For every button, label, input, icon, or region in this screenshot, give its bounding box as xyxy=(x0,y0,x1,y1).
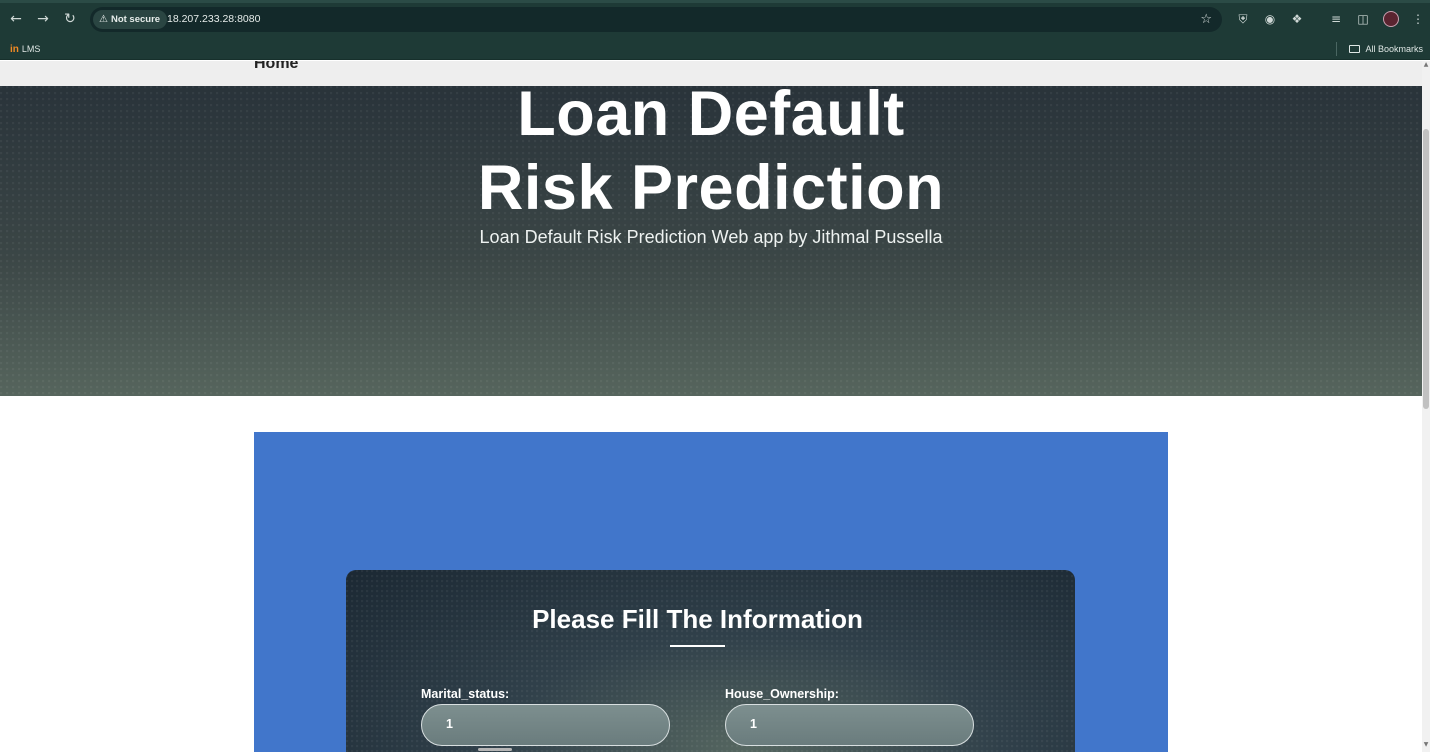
folder-icon xyxy=(1349,45,1361,53)
hero-subtitle: Loan Default Risk Prediction Web app by … xyxy=(479,227,943,247)
nav-home-link[interactable]: Home xyxy=(254,61,298,73)
all-bookmarks-label: All Bookmarks xyxy=(1365,44,1423,54)
hero-banner: Loan Default Risk Prediction Loan Defaul… xyxy=(0,79,1422,396)
address-bar[interactable]: ⚠ Not secure 18.207.233.28:8080 ☆ xyxy=(90,7,1222,32)
extension-icon[interactable]: ◉ xyxy=(1261,10,1279,28)
bookmarks-divider xyxy=(1336,42,1337,56)
scroll-down-icon[interactable]: ▼ xyxy=(1422,741,1430,749)
page-viewport: Home Loan Default Risk Prediction Loan D… xyxy=(0,61,1422,752)
bookmarks-bar: in LMS All Bookmarks xyxy=(0,38,1430,60)
side-panel-icon[interactable]: ◫ xyxy=(1354,10,1372,28)
warning-triangle-icon: ⚠ xyxy=(99,14,108,25)
forward-icon[interactable]: → xyxy=(34,10,52,28)
marital-status-label: Marital_status: xyxy=(421,687,510,701)
hero-title-line1: Loan Default xyxy=(517,79,905,149)
form-section: Please Fill The Information Marital_stat… xyxy=(254,432,1168,752)
scroll-up-icon[interactable]: ▲ xyxy=(1422,61,1430,69)
form-title: Please Fill The Information xyxy=(532,604,863,634)
tab-strip xyxy=(0,0,1430,3)
back-icon[interactable]: ← xyxy=(7,10,25,28)
form-card: Please Fill The Information Marital_stat… xyxy=(346,570,1075,752)
reload-icon[interactable]: ↻ xyxy=(61,10,79,28)
house-ownership-label: House_Ownership: xyxy=(725,687,839,701)
form-title-underline xyxy=(670,645,725,647)
kebab-menu-icon[interactable]: ⋮ xyxy=(1409,10,1427,28)
marital-status-input[interactable]: 1 xyxy=(421,704,670,746)
bookmark-lms[interactable]: in LMS xyxy=(10,41,40,58)
hero-title-line2: Risk Prediction xyxy=(477,153,945,223)
reading-list-icon[interactable]: ≡ xyxy=(1327,10,1345,28)
vertical-scrollbar[interactable]: ▲ ▼ xyxy=(1422,61,1430,752)
puzzle-icon[interactable]: ❖ xyxy=(1288,10,1306,28)
scrollbar-thumb[interactable] xyxy=(1423,129,1429,409)
profile-avatar[interactable] xyxy=(1383,11,1399,27)
browser-toolbar: ← → ↻ ⚠ Not secure 18.207.233.28:8080 ☆ ⛨… xyxy=(0,0,1430,38)
security-indicator[interactable]: ⚠ Not secure xyxy=(93,10,168,29)
security-label: Not secure xyxy=(110,14,161,25)
house-ownership-input[interactable]: 1 xyxy=(725,704,974,746)
star-icon[interactable]: ☆ xyxy=(1200,7,1212,32)
url-text[interactable]: 18.207.233.28:8080 xyxy=(167,7,260,32)
all-bookmarks-button[interactable]: All Bookmarks xyxy=(1349,41,1423,57)
horizontal-scroll-indicator[interactable] xyxy=(478,748,512,751)
lms-logo-icon: in xyxy=(10,44,19,55)
bookmark-lms-label: LMS xyxy=(21,44,41,54)
shield-extension-icon[interactable]: ⛨ xyxy=(1234,10,1252,28)
